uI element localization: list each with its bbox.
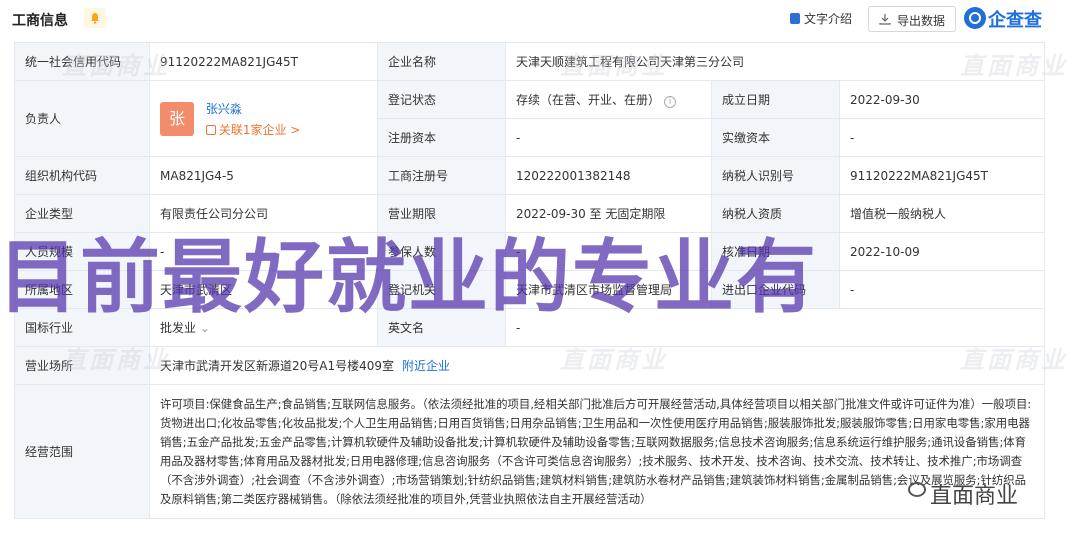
value-taxpayer-id: 91120222MA821JG45T	[838, 156, 1046, 195]
value-insured: -	[505, 232, 712, 271]
label-staff-size: 人员规模	[14, 232, 150, 271]
label-region: 所属地区	[14, 270, 150, 309]
wechat-icon	[908, 482, 926, 497]
label-org-code: 组织机构代码	[14, 156, 150, 195]
label-address: 营业场所	[14, 346, 150, 385]
avatar: 张	[160, 101, 194, 136]
label-term: 营业期限	[377, 194, 506, 233]
value-paid-capital: -	[838, 118, 1046, 157]
label-reg-capital: 注册资本	[377, 118, 506, 157]
legal-rep-cell: 张 张兴淼 关联1家企业 >	[149, 80, 378, 157]
person-name-link[interactable]: 张兴淼	[206, 100, 301, 117]
nearby-companies-link[interactable]: 附近企业	[402, 359, 450, 373]
bell-icon[interactable]	[84, 8, 106, 28]
business-info-table: 统一社会信用代码 91120222MA821JG45T 企业名称 天津天顺建筑工…	[14, 42, 1046, 519]
value-approval-date: 2022-10-09	[838, 232, 1046, 271]
value-industry: 批发业 ⌄	[149, 308, 378, 347]
export-icon	[879, 14, 891, 25]
label-credit-code: 统一社会信用代码	[14, 42, 150, 81]
value-credit-code: 91120222MA821JG45T	[149, 42, 378, 81]
label-industry: 国标行业	[14, 308, 150, 347]
related-companies-link[interactable]: 关联1家企业 >	[205, 121, 300, 138]
value-reg-status: 存续（在营、开业、在册） i	[505, 80, 712, 119]
value-region: 天津市武清区	[149, 270, 378, 309]
label-reg-status: 登记状态	[377, 80, 506, 119]
value-authority: 天津市武清区市场监督管理局	[505, 270, 712, 309]
text-intro-button[interactable]: 文字介绍	[790, 10, 852, 27]
label-authority: 登记机关	[377, 270, 506, 309]
info-icon[interactable]: i	[664, 96, 677, 108]
value-english-name: -	[504, 308, 1046, 347]
value-address: 天津市武清开发区新源道20号A1号楼409室 附近企业	[148, 346, 1046, 385]
value-reg-number: 120222001382148	[505, 156, 712, 195]
value-import-export: -	[838, 270, 1046, 309]
document-icon	[790, 13, 800, 24]
value-term: 2022-09-30 至 无固定期限	[505, 194, 712, 233]
logo-icon	[964, 7, 986, 29]
label-taxpayer-id: 纳税人识别号	[711, 156, 840, 195]
top-bar: 工商信息 文字介绍 导出数据 企查查	[0, 0, 1080, 38]
tag-icon	[205, 124, 216, 135]
label-company-type: 企业类型	[14, 194, 150, 233]
value-established: 2022-09-30	[838, 80, 1046, 119]
label-company-name: 企业名称	[377, 42, 506, 81]
label-legal-rep: 负责人	[14, 80, 150, 157]
value-staff-size: -	[149, 232, 378, 271]
label-taxpayer-qual: 纳税人资质	[711, 194, 840, 233]
value-company-type: 有限责任公司分公司	[149, 194, 378, 233]
label-scope: 经营范围	[14, 384, 150, 519]
label-insured: 参保人数	[377, 232, 506, 271]
value-company-name: 天津天顺建筑工程有限公司天津第三分公司	[504, 42, 1046, 81]
value-reg-capital: -	[505, 118, 712, 157]
label-import-export: 进出口企业代码	[711, 270, 840, 309]
value-taxpayer-qual: 增值税一般纳税人	[838, 194, 1046, 233]
value-scope: 许可项目:保健食品生产;食品销售;互联网信息服务。（依法须经批准的项目,经相关部…	[148, 384, 1046, 519]
label-english-name: 英文名	[377, 308, 506, 347]
export-data-button[interactable]: 导出数据	[868, 6, 956, 32]
label-reg-number: 工商注册号	[377, 156, 506, 195]
chevron-down-icon[interactable]: ⌄	[200, 321, 210, 335]
label-paid-capital: 实缴资本	[711, 118, 840, 157]
label-approval-date: 核准日期	[711, 232, 840, 271]
label-established: 成立日期	[711, 80, 840, 119]
value-org-code: MA821JG4-5	[149, 156, 378, 195]
section-title: 工商信息	[12, 13, 68, 29]
